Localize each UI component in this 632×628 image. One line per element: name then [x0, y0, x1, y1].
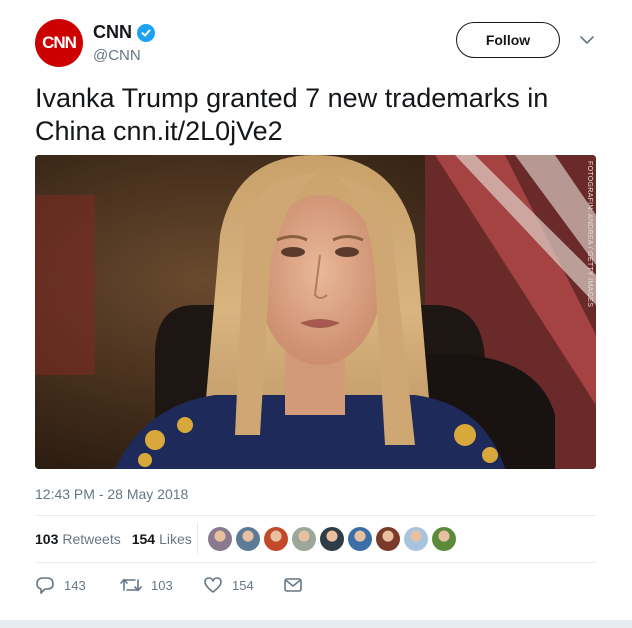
like-count: 154	[232, 577, 254, 593]
heart-icon	[204, 577, 222, 593]
retweets-count: 103	[35, 531, 59, 547]
liker-avatar[interactable]	[264, 527, 288, 551]
chevron-down-icon[interactable]	[578, 33, 596, 47]
liker-avatar[interactable]	[376, 527, 400, 551]
liker-avatar[interactable]	[320, 527, 344, 551]
follow-button[interactable]: Follow	[456, 22, 560, 58]
reply-count: 143	[64, 577, 86, 593]
retweet-action[interactable]: 103	[120, 575, 203, 595]
reply-icon	[36, 577, 54, 594]
liker-avatar[interactable]	[404, 527, 428, 551]
divider-bottom	[35, 562, 596, 563]
account-avatar[interactable]: CNN	[35, 19, 83, 67]
direct-message-action[interactable]	[283, 575, 312, 595]
tweet-photo[interactable]: FOTOGRAFIN: ANDREA / GETTY IMAGES	[35, 155, 596, 469]
image-credit: FOTOGRAFIN: ANDREA / GETTY IMAGES	[586, 161, 593, 308]
liker-avatar[interactable]	[292, 527, 316, 551]
likes-stat[interactable]: 154 Likes	[132, 531, 192, 547]
divider-top	[35, 515, 596, 516]
liker-avatar[interactable]	[208, 527, 232, 551]
liker-avatar[interactable]	[348, 527, 372, 551]
avatar-logo-text: CNN	[42, 33, 77, 52]
liker-avatar[interactable]	[432, 527, 456, 551]
liker-avatar[interactable]	[236, 527, 260, 551]
envelope-icon	[284, 578, 302, 592]
tweet-text: Ivanka Trump granted 7 new trademarks in…	[35, 83, 549, 146]
bottom-border	[0, 620, 632, 628]
tweet-timestamp[interactable]: 12:43 PM - 28 May 2018	[35, 486, 188, 502]
liker-avatars	[208, 527, 460, 551]
retweets-stat[interactable]: 103 Retweets	[35, 531, 121, 547]
engagement-stats: 103 Retweets 154 Likes	[35, 531, 203, 547]
like-action[interactable]: 154	[203, 575, 283, 595]
verified-badge-icon	[137, 23, 155, 42]
account-handle[interactable]: @CNN	[93, 47, 141, 64]
retweet-count: 103	[151, 577, 173, 593]
stats-separator	[197, 522, 198, 554]
tweet-actions: 143 103 154	[35, 575, 312, 595]
reply-action[interactable]: 143	[35, 575, 120, 595]
retweets-label: Retweets	[62, 531, 121, 547]
account-name[interactable]: CNN	[93, 22, 132, 43]
likes-count: 154	[131, 531, 156, 547]
account-name-row[interactable]: CNN	[93, 22, 155, 43]
ivanka-trump-photo	[35, 155, 596, 469]
retweet-icon	[120, 578, 142, 592]
likes-label: Likes	[159, 531, 192, 547]
